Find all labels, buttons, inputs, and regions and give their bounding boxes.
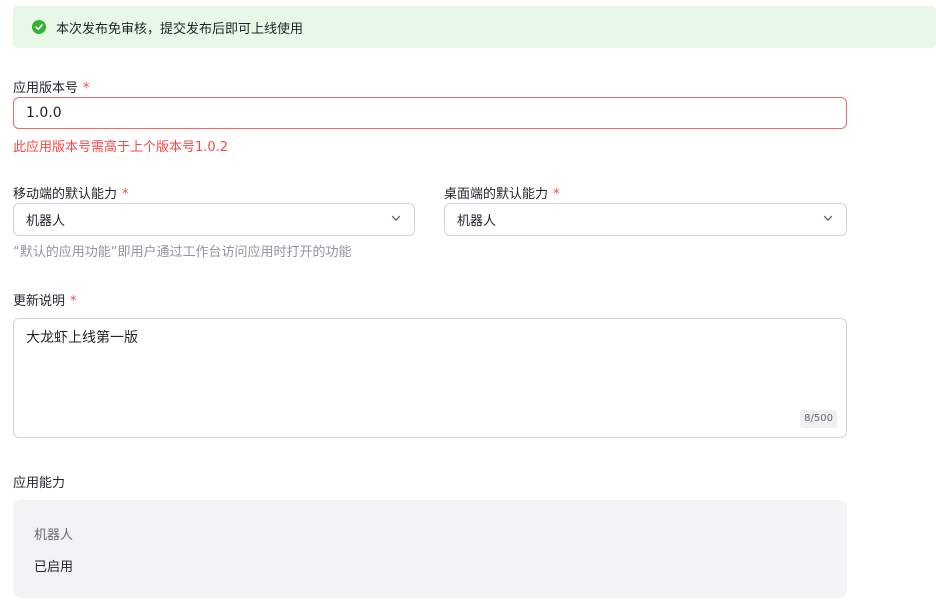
desktop-default-value: 机器人 — [457, 214, 497, 229]
default-capability-hint: “默认的应用功能”即用户通过工作台访问应用时打开的功能 — [13, 245, 352, 260]
capability-name: 机器人 — [34, 528, 74, 543]
desktop-default-label: 桌面端的默认能力 * — [444, 187, 560, 202]
chevron-down-icon — [390, 212, 402, 228]
required-mark: * — [70, 294, 77, 309]
release-notes-label: 更新说明 * — [13, 294, 77, 309]
required-mark: * — [553, 187, 560, 202]
version-input[interactable]: 1.0.0 — [13, 97, 847, 129]
mobile-default-select[interactable]: 机器人 — [13, 203, 415, 236]
release-notes-textarea[interactable]: 大龙虾上线第一版 8/500 — [13, 318, 847, 438]
capability-status: 已启用 — [34, 560, 74, 575]
desktop-default-select[interactable]: 机器人 — [444, 203, 847, 236]
version-label: 应用版本号 * — [13, 81, 90, 96]
mobile-default-value: 机器人 — [26, 214, 66, 229]
required-mark: * — [83, 81, 90, 96]
chevron-down-icon — [822, 212, 834, 228]
capabilities-label: 应用能力 — [13, 476, 66, 491]
release-notes-text: 大龙虾上线第一版 — [26, 330, 138, 346]
char-counter: 8/500 — [800, 410, 837, 428]
banner-text: 本次发布免审核，提交发布后即可上线使用 — [56, 21, 304, 37]
version-error: 此应用版本号需高于上个版本号1.0.2 — [13, 140, 229, 155]
check-circle-icon — [32, 20, 46, 34]
success-banner: 本次发布免审核，提交发布后即可上线使用 — [13, 6, 936, 48]
required-mark: * — [122, 187, 129, 202]
capability-card: 机器人 已启用 — [13, 500, 847, 598]
mobile-default-label: 移动端的默认能力 * — [13, 187, 129, 202]
publish-form: 本次发布免审核，提交发布后即可上线使用 应用版本号 * 1.0.0 此应用版本号需… — [0, 0, 936, 615]
